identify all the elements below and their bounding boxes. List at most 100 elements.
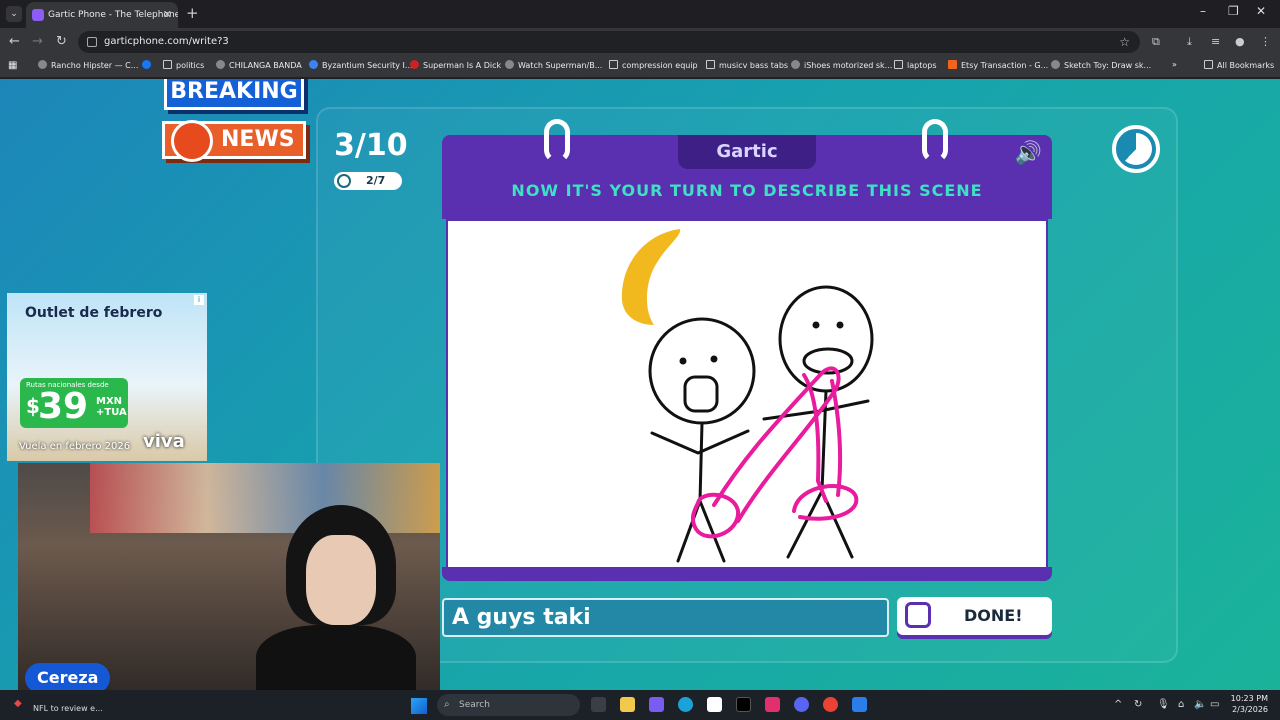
browser-tabbar: ⌄ Gartic Phone - The Telephone Game ✕ + … — [0, 0, 1280, 28]
instagram-icon[interactable] — [765, 697, 780, 712]
ad-currency: MXN +TUA — [96, 396, 127, 418]
new-tab-icon[interactable]: + — [186, 4, 199, 22]
bookmark-item[interactable]: iShoes motorized sk... — [791, 60, 892, 70]
task-view-icon[interactable] — [591, 697, 606, 712]
news-label: NEWS — [221, 127, 295, 152]
file-explorer-icon[interactable] — [620, 697, 635, 712]
breaking-banner: BREAKING — [164, 79, 304, 110]
shield-icon — [309, 60, 318, 69]
forward-icon[interactable]: → — [32, 34, 43, 49]
apps-grid-icon[interactable]: ▦ — [8, 60, 17, 71]
tab-search-icon[interactable]: ⌄ — [6, 6, 22, 22]
reload-icon[interactable]: ↻ — [56, 34, 67, 49]
check-circle-icon — [337, 174, 351, 188]
close-window-icon[interactable]: ✕ — [1256, 4, 1266, 18]
streamer-name-tag: Cereza — [25, 663, 111, 690]
banana-shape — [621, 229, 681, 325]
taskbar-search[interactable]: ⌕ Search — [437, 694, 580, 716]
minimize-icon[interactable]: – — [1200, 4, 1206, 18]
url-text: garticphone.com/write?3 — [104, 36, 229, 47]
drawing-canvas — [446, 219, 1048, 569]
download-icon[interactable]: ⤓ — [1187, 35, 1192, 49]
mic-icon[interactable]: 🎙 — [1157, 699, 1170, 710]
facebook-icon[interactable] — [142, 60, 155, 70]
gartic-logo: Gartic — [678, 135, 816, 169]
globe-icon — [791, 60, 800, 69]
tab-title: Gartic Phone - The Telephone Game — [48, 10, 178, 20]
bookmark-item[interactable]: compression equip — [609, 60, 698, 70]
news-widget-icon[interactable]: ◆ — [14, 698, 22, 709]
ad-title: Outlet de febrero — [25, 305, 163, 321]
bookmark-item[interactable]: musicv bass tabs — [706, 60, 788, 70]
folder-icon — [894, 60, 903, 69]
check-icon — [905, 602, 931, 628]
clock-date: 2/3/2026 — [1232, 705, 1268, 714]
card-footer — [442, 567, 1052, 581]
address-bar[interactable]: garticphone.com/write?3 ☆ — [78, 31, 1140, 53]
speaker-icon[interactable]: 🔊 — [1015, 141, 1042, 166]
amazon-icon[interactable] — [707, 697, 722, 712]
globe-icon — [216, 60, 225, 69]
binder-ring-icon — [544, 119, 570, 163]
folder-icon — [609, 60, 618, 69]
sync-icon[interactable]: ↻ — [1134, 699, 1142, 710]
bookmark-star-icon[interactable]: ☆ — [1119, 31, 1130, 53]
bookmarks-bar: ▦ Rancho Hipster — C... politics CHILANG… — [0, 56, 1280, 78]
bookmark-item[interactable]: CHILANGA BANDA — [216, 60, 302, 70]
bookmark-item[interactable]: Superman Is A Dick — [410, 60, 501, 70]
chrome-icon[interactable] — [823, 697, 838, 712]
bookmark-item[interactable]: Etsy Transaction - G... — [948, 60, 1048, 70]
taskbar: ◆ NFL to review e... ⌕ Search ^ ↻ 🎙 ⌂ 🔈 … — [0, 690, 1280, 720]
done-button[interactable]: DONE! — [897, 597, 1052, 635]
site-info-icon[interactable] — [87, 37, 97, 47]
bookmark-item[interactable]: Watch Superman/B... — [505, 60, 602, 70]
extensions-icon[interactable]: ⧉ — [1152, 35, 1160, 49]
profile-avatar[interactable]: ● — [1235, 35, 1245, 48]
news-widget-text[interactable]: NFL to review e... — [33, 704, 103, 713]
done-label: DONE! — [964, 606, 1023, 625]
battery-icon[interactable]: ▭ — [1210, 699, 1219, 710]
bookmark-item[interactable]: politics — [163, 60, 204, 70]
bookmark-item[interactable]: laptops — [894, 60, 936, 70]
windows-start-icon[interactable] — [411, 698, 427, 714]
back-icon[interactable]: ← — [9, 34, 20, 49]
folder-icon — [163, 60, 172, 69]
x-icon[interactable] — [736, 697, 751, 712]
notepad-icon[interactable] — [852, 697, 867, 712]
video-icon — [410, 60, 419, 69]
volume-icon[interactable]: 🔈 — [1194, 699, 1206, 710]
menu-icon[interactable]: ⋮ — [1260, 35, 1271, 48]
webcam-person — [256, 505, 416, 690]
answer-input[interactable]: A guys taki — [442, 598, 889, 637]
media-icon[interactable]: ≡ — [1211, 35, 1220, 48]
bookmark-item[interactable]: Rancho Hipster — C... — [38, 60, 138, 70]
system-clock[interactable]: 10:23 PM 2/3/2026 — [1231, 693, 1268, 715]
tab-close-icon[interactable]: ✕ — [163, 2, 172, 28]
edge-icon[interactable] — [678, 697, 693, 712]
taskbar-search-placeholder: Search — [459, 700, 490, 710]
more-bookmarks-icon[interactable]: » — [1172, 60, 1177, 69]
news-banner: NEWS — [162, 120, 306, 162]
maximize-icon[interactable]: ❐ — [1228, 4, 1239, 18]
search-icon: ⌕ — [444, 699, 450, 710]
card-header: Gartic 🔊 NOW IT'S YOUR TURN TO DESCRIBE … — [442, 119, 1052, 219]
folder-icon — [706, 60, 715, 69]
copilot-icon[interactable] — [649, 697, 664, 712]
bookmark-item[interactable]: Byzantium Security I... — [309, 60, 413, 70]
timer-icon — [1112, 125, 1160, 173]
globe-icon — [38, 60, 47, 69]
bookmark-item[interactable]: Sketch Toy: Draw sk... — [1051, 60, 1151, 70]
tray-overflow-icon[interactable]: ^ — [1114, 699, 1122, 710]
ad-info-icon[interactable]: i — [194, 295, 204, 305]
binder-ring-icon — [922, 119, 948, 163]
round-counter: 3/10 — [334, 128, 408, 163]
folder-icon — [1204, 60, 1213, 69]
globe-icon — [1051, 60, 1060, 69]
all-bookmarks[interactable]: All Bookmarks — [1204, 60, 1274, 70]
browser-toolbar: ← → ↻ garticphone.com/write?3 ☆ ⧉ ⤓ ≡ ● … — [0, 28, 1280, 56]
drawing — [621, 229, 874, 563]
discord-icon[interactable] — [794, 697, 809, 712]
browser-tab[interactable]: Gartic Phone - The Telephone Game ✕ — [26, 2, 178, 28]
advertisement[interactable]: i Outlet de febrero Rutas nacionales des… — [7, 293, 207, 461]
network-icon[interactable]: ⌂ — [1178, 699, 1184, 710]
